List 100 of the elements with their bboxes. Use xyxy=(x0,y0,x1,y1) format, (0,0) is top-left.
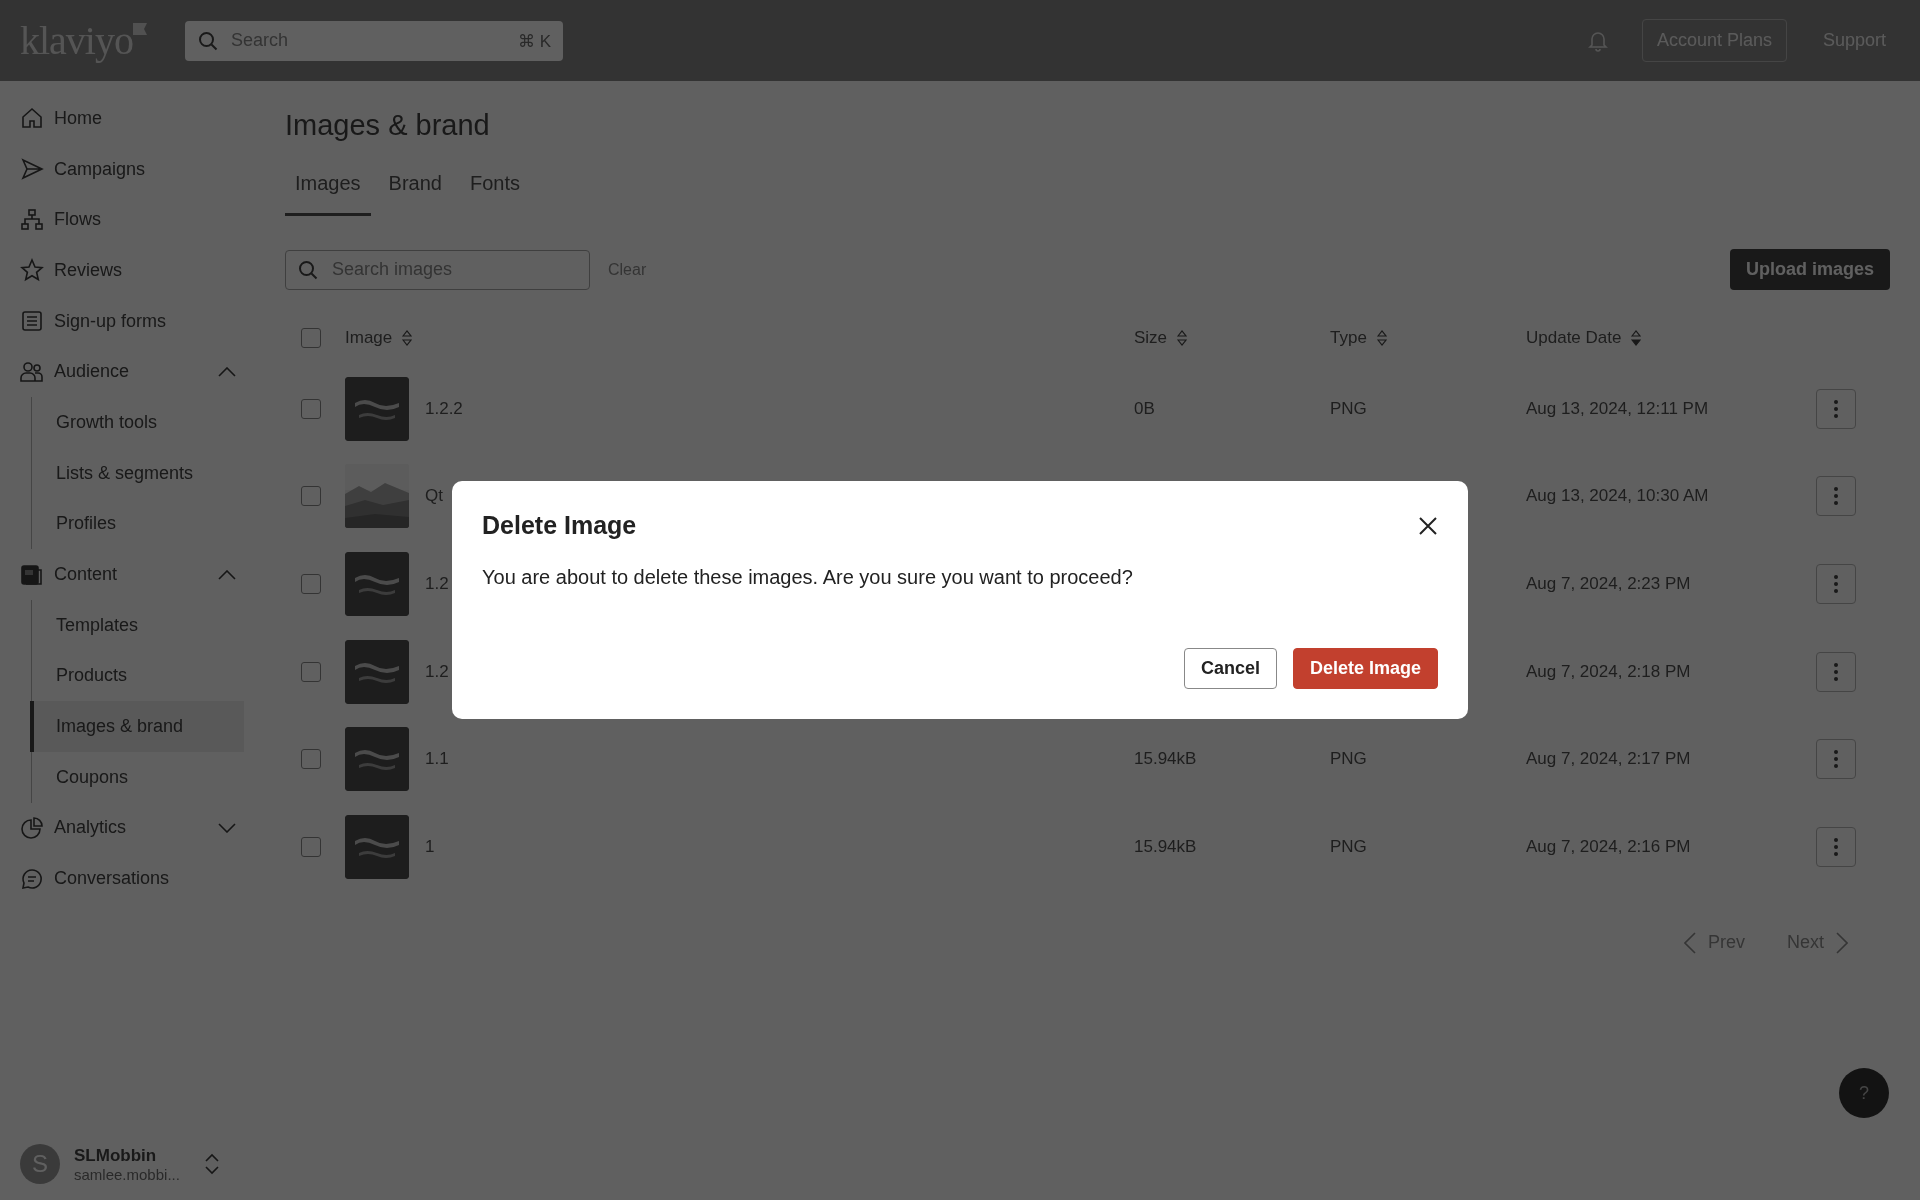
sidebar-item[interactable]: Content xyxy=(20,549,260,600)
column-header[interactable]: Image xyxy=(345,327,393,348)
file-size: 0B xyxy=(1134,398,1155,418)
checkbox[interactable] xyxy=(301,398,321,419)
checkbox[interactable] xyxy=(301,486,321,507)
flag-icon xyxy=(133,23,147,35)
tab[interactable]: Images xyxy=(285,166,371,216)
chevron-up-icon[interactable] xyxy=(218,366,236,377)
kebab-icon xyxy=(1834,575,1838,593)
update-date: Aug 7, 2024, 2:18 PM xyxy=(1526,661,1691,681)
sidebar-subitem[interactable]: Templates xyxy=(32,599,244,651)
delete-button[interactable]: Delete Image xyxy=(1292,648,1438,689)
page-title: Images & brand xyxy=(285,109,491,142)
column-header[interactable]: Type xyxy=(1330,327,1367,348)
checkbox[interactable] xyxy=(301,327,321,348)
sort-icon[interactable] xyxy=(402,328,413,347)
sidebar-subitem[interactable]: Images & brand xyxy=(30,701,244,752)
update-date: Aug 7, 2024, 2:16 PM xyxy=(1526,836,1691,856)
upload-images-button[interactable]: Upload images xyxy=(1729,249,1890,290)
kebab-icon xyxy=(1834,487,1838,506)
cancel-button[interactable]: Cancel xyxy=(1183,648,1277,689)
file-size: 15.94kB xyxy=(1134,836,1197,856)
sort-icon[interactable] xyxy=(1376,328,1387,347)
close-icon[interactable] xyxy=(1418,515,1438,536)
image-name: 1.2 xyxy=(425,661,449,682)
image-name: 1.2.2 xyxy=(425,398,463,419)
sidebar-item[interactable]: Analytics xyxy=(20,802,260,854)
more-button[interactable] xyxy=(1816,388,1856,429)
chevron-left-icon xyxy=(1683,931,1696,954)
column-header[interactable]: Size xyxy=(1134,327,1168,348)
nav-label: Home xyxy=(54,107,103,129)
sidebar-item[interactable]: Home xyxy=(20,93,260,144)
form-icon xyxy=(20,309,44,334)
sidebar-item[interactable]: Conversations xyxy=(20,853,260,904)
update-date: Aug 13, 2024, 12:11 PM xyxy=(1526,398,1709,418)
nav-label: Reviews xyxy=(54,259,124,281)
sidebar-subitem[interactable]: Growth tools xyxy=(32,397,244,448)
bell-icon[interactable] xyxy=(1587,29,1608,52)
image-name: 1.2 xyxy=(425,574,449,594)
send-icon xyxy=(20,157,44,182)
sidebar-subitem[interactable]: Lists & segments xyxy=(32,447,244,499)
home-icon xyxy=(20,106,44,131)
column-header[interactable]: Update Date xyxy=(1526,327,1622,348)
file-size: 15.94kB xyxy=(1134,749,1197,769)
sidebar-item[interactable]: Reviews xyxy=(20,245,260,296)
nav-label: Sign-up forms xyxy=(54,310,168,332)
nav-label: Content xyxy=(54,564,119,586)
chevron-up-down-icon[interactable] xyxy=(204,1152,220,1176)
image-name: 1.1 xyxy=(425,749,449,770)
more-button[interactable] xyxy=(1816,564,1856,604)
sidebar-item[interactable]: Audience xyxy=(20,346,260,398)
update-date: Aug 7, 2024, 2:17 PM xyxy=(1526,749,1691,769)
chat-icon xyxy=(20,866,44,891)
checkbox[interactable] xyxy=(301,836,321,857)
nav-label: Conversations xyxy=(54,868,171,890)
sidebar-subitem[interactable]: Products xyxy=(32,650,244,702)
more-button[interactable] xyxy=(1816,651,1856,692)
content-icon xyxy=(20,562,44,587)
checkbox[interactable] xyxy=(301,661,321,682)
more-button[interactable] xyxy=(1816,476,1856,517)
star-icon xyxy=(20,258,44,283)
checkbox[interactable] xyxy=(301,749,321,770)
chevron-down-icon[interactable] xyxy=(218,822,236,833)
search-icon xyxy=(198,30,218,51)
sidebar-item[interactable]: Sign-up forms xyxy=(20,295,260,347)
sidebar-subitem[interactable]: Profiles xyxy=(32,498,244,550)
pie-icon xyxy=(20,815,44,840)
kebab-icon xyxy=(1834,750,1838,769)
tab[interactable]: Brand xyxy=(378,166,452,216)
update-date: Aug 7, 2024, 2:23 PM xyxy=(1526,574,1691,593)
dialog-title: Delete Image xyxy=(482,511,637,540)
nav-label: Campaigns xyxy=(54,158,147,180)
chevron-up-icon[interactable] xyxy=(218,569,236,580)
sidebar-item[interactable]: Flows xyxy=(20,194,260,246)
file-type: PNG xyxy=(1330,749,1367,769)
chevron-right-icon xyxy=(1836,931,1848,954)
search-icon xyxy=(298,259,318,280)
sort-icon[interactable] xyxy=(1177,328,1188,347)
kebab-icon xyxy=(1834,399,1838,418)
sidebar-subitem[interactable]: Coupons xyxy=(32,751,244,803)
kebab-icon xyxy=(1834,837,1838,856)
more-button[interactable] xyxy=(1816,739,1856,780)
tab[interactable]: Fonts xyxy=(459,166,530,216)
sidebar-item[interactable]: Campaigns xyxy=(20,143,260,195)
nav-label: Flows xyxy=(54,209,102,231)
kebab-icon xyxy=(1834,662,1838,681)
sort-icon[interactable] xyxy=(1631,328,1642,347)
image-name: 1 xyxy=(425,836,435,857)
checkbox[interactable] xyxy=(301,574,321,594)
more-button[interactable] xyxy=(1816,826,1856,867)
dialog-message: You are about to delete these images. Are you sure you want to proceed? xyxy=(482,566,1134,589)
help-button[interactable]: ? xyxy=(1839,1068,1889,1118)
flows-icon xyxy=(20,207,44,232)
nav-label: Audience xyxy=(54,361,131,383)
image-name: Qt xyxy=(425,486,443,507)
people-icon xyxy=(20,359,44,384)
file-type: PNG xyxy=(1330,398,1367,418)
nav-label: Analytics xyxy=(54,817,128,839)
user-name: SLMobbin xyxy=(74,1145,158,1166)
file-type: PNG xyxy=(1330,836,1367,856)
